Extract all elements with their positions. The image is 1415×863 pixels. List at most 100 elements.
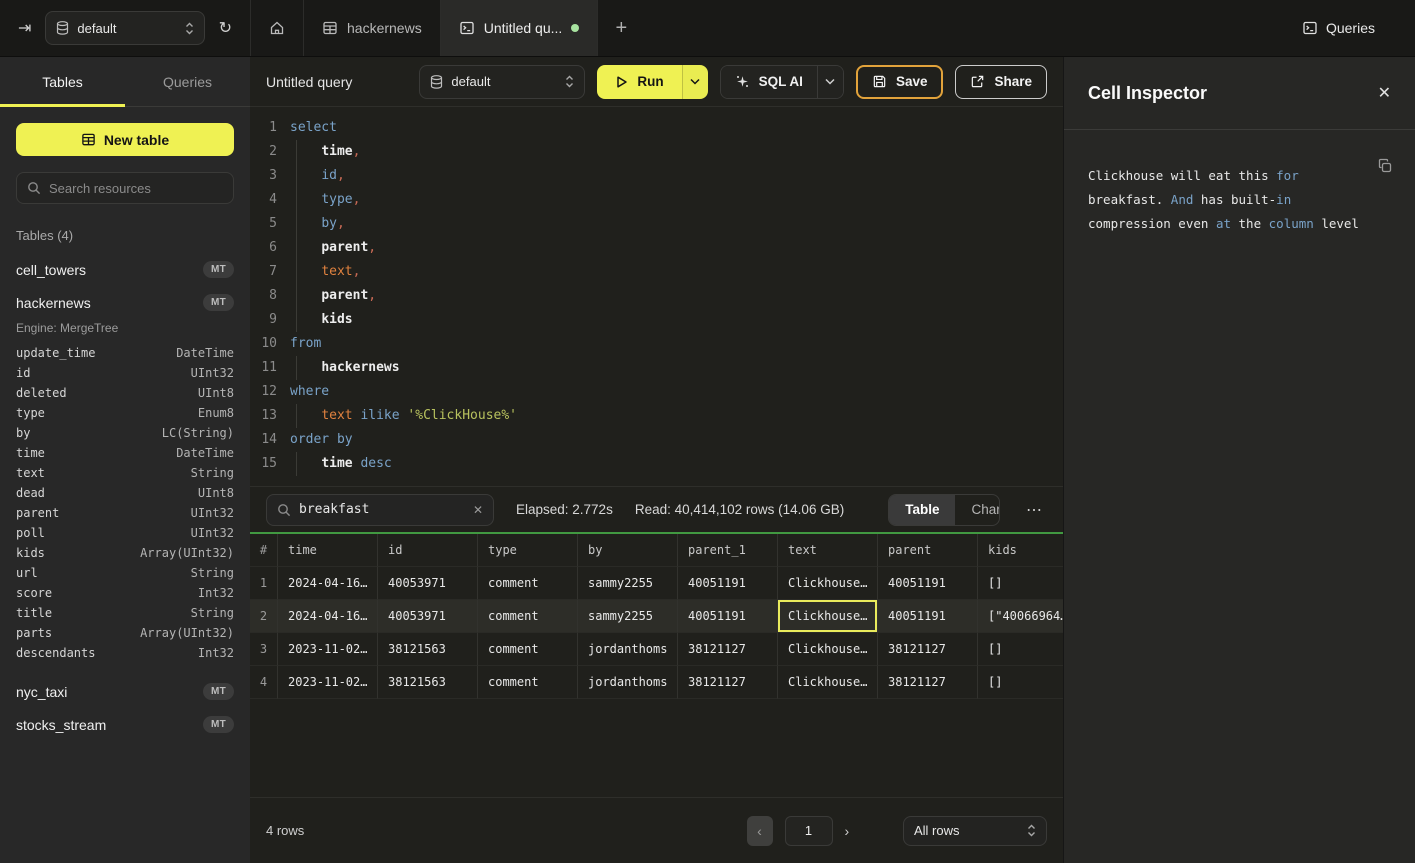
clear-icon[interactable]: ✕ xyxy=(473,503,483,517)
table-cell[interactable]: Clickhouse… xyxy=(778,600,878,633)
editor-line: 8 parent, xyxy=(250,284,1063,308)
engine-badge: MT xyxy=(203,716,234,733)
table-cell[interactable]: sammy2255 xyxy=(578,600,678,633)
column-header[interactable]: kids xyxy=(978,534,1063,567)
new-tab-button[interactable]: + xyxy=(598,0,644,56)
sql-ai-options-button[interactable] xyxy=(817,66,843,98)
table-cell[interactable]: comment xyxy=(478,567,578,600)
code-text: time, xyxy=(290,140,360,164)
table-cell[interactable]: 40051191 xyxy=(878,600,978,633)
table-cell[interactable]: jordanthoms xyxy=(578,666,678,699)
sidebar-tab-queries[interactable]: Queries xyxy=(125,57,250,106)
column-type: UInt32 xyxy=(191,506,234,520)
table-cell[interactable]: 2024-04-16… xyxy=(278,567,378,600)
collapse-sidebar-icon[interactable]: ⇥ xyxy=(14,14,35,42)
column-header[interactable]: id xyxy=(378,534,478,567)
database-select-value: default xyxy=(77,21,176,36)
table-cell[interactable]: 2024-04-16… xyxy=(278,600,378,633)
table-cell[interactable]: 38121127 xyxy=(878,633,978,666)
table-cell[interactable]: Clickhouse… xyxy=(778,633,878,666)
table-cell[interactable]: 40051191 xyxy=(678,600,778,633)
table-cell[interactable]: 38121127 xyxy=(678,633,778,666)
results-search-input[interactable] xyxy=(299,502,465,517)
column-header[interactable]: text xyxy=(778,534,878,567)
table-cell[interactable]: 1 xyxy=(250,567,278,600)
sidebar-tab-tables[interactable]: Tables xyxy=(0,57,125,106)
table-cell[interactable]: 40051191 xyxy=(878,567,978,600)
queries-button[interactable]: Queries xyxy=(1302,20,1375,36)
table-cell[interactable]: 4 xyxy=(250,666,278,699)
table-cell[interactable]: [] xyxy=(978,633,1063,666)
column-name: kids xyxy=(16,546,45,560)
table-cell[interactable]: sammy2255 xyxy=(578,567,678,600)
sql-ai-button[interactable]: SQL AI xyxy=(721,66,817,98)
prev-page-button[interactable]: ‹ xyxy=(747,816,773,846)
table-cell[interactable]: ["40066964… xyxy=(978,600,1063,633)
run-options-button[interactable] xyxy=(682,65,708,99)
table-cell[interactable]: 2 xyxy=(250,600,278,633)
next-page-button[interactable]: › xyxy=(845,823,850,839)
table-cell[interactable]: Clickhouse… xyxy=(778,567,878,600)
table-cell[interactable]: comment xyxy=(478,600,578,633)
copy-icon[interactable] xyxy=(1377,158,1393,174)
page-input[interactable] xyxy=(785,816,833,846)
page-size-select[interactable]: All rows xyxy=(903,816,1047,846)
table-cell[interactable]: Clickhouse… xyxy=(778,666,878,699)
table-cell[interactable]: 3 xyxy=(250,633,278,666)
table-cell[interactable]: [] xyxy=(978,567,1063,600)
sql-editor[interactable]: 1select2 time,3 id,4 type,5 by,6 parent,… xyxy=(250,107,1063,486)
tab-home[interactable] xyxy=(250,0,304,56)
token-punct: , xyxy=(353,144,361,159)
run-button[interactable]: Run xyxy=(597,65,681,99)
column-header[interactable]: time xyxy=(278,534,378,567)
table-cell[interactable]: comment xyxy=(478,633,578,666)
table-cell[interactable]: 40051191 xyxy=(678,567,778,600)
table-cell[interactable]: 2023-11-02… xyxy=(278,666,378,699)
token-ws xyxy=(290,216,321,231)
table-cell[interactable]: jordanthoms xyxy=(578,633,678,666)
table-cell[interactable]: 40053971 xyxy=(378,600,478,633)
table-cell[interactable]: 38121127 xyxy=(878,666,978,699)
close-icon[interactable]: ✕ xyxy=(1378,83,1391,103)
refresh-icon[interactable]: ↻ xyxy=(215,14,236,42)
column-name: deleted xyxy=(16,386,67,400)
table-item[interactable]: hackernewsMT xyxy=(16,286,234,319)
column-header[interactable]: parent_1 xyxy=(678,534,778,567)
column-header[interactable]: parent xyxy=(878,534,978,567)
table-cell[interactable]: 38121563 xyxy=(378,633,478,666)
view-tab-table[interactable]: Table xyxy=(889,495,955,525)
token-punct: , xyxy=(353,192,361,207)
table-cell[interactable]: 38121563 xyxy=(378,666,478,699)
line-number: 6 xyxy=(250,236,290,260)
new-table-button[interactable]: New table xyxy=(16,123,234,156)
share-button[interactable]: Share xyxy=(955,65,1047,99)
table-icon xyxy=(81,132,96,147)
resource-search-input[interactable] xyxy=(49,181,223,196)
tab-hackernews[interactable]: hackernews xyxy=(304,0,441,56)
table-item[interactable]: stocks_streamMT xyxy=(16,708,234,741)
ellipsis-icon[interactable]: ⋯ xyxy=(1022,496,1047,524)
column-type: LC(String) xyxy=(162,426,234,440)
save-button[interactable]: Save xyxy=(856,65,944,99)
table-cell[interactable]: 2023-11-02… xyxy=(278,633,378,666)
database-select[interactable]: default xyxy=(45,11,204,45)
query-database-select[interactable]: default xyxy=(419,65,585,99)
table-cell[interactable]: [] xyxy=(978,666,1063,699)
tab-label: Untitled qu... xyxy=(484,20,563,36)
column-header[interactable]: by xyxy=(578,534,678,567)
table-item[interactable]: nyc_taxiMT xyxy=(16,675,234,708)
table-cell[interactable]: 40053971 xyxy=(378,567,478,600)
column-header[interactable]: type xyxy=(478,534,578,567)
tab-untitled-query[interactable]: Untitled qu... xyxy=(441,0,599,56)
inspector-token: And xyxy=(1171,192,1194,207)
table-cell[interactable]: 38121127 xyxy=(678,666,778,699)
column-row: scoreInt32 xyxy=(16,583,234,603)
column-name: url xyxy=(16,566,38,580)
view-tab-chart[interactable]: Chart xyxy=(955,495,1000,525)
table-cell[interactable]: comment xyxy=(478,666,578,699)
home-icon xyxy=(269,20,285,36)
token-ws xyxy=(290,288,321,303)
table-item[interactable]: cell_towersMT xyxy=(16,253,234,286)
column-header[interactable]: # xyxy=(250,534,278,567)
main-panel: Untitled query default Run xyxy=(250,57,1063,863)
